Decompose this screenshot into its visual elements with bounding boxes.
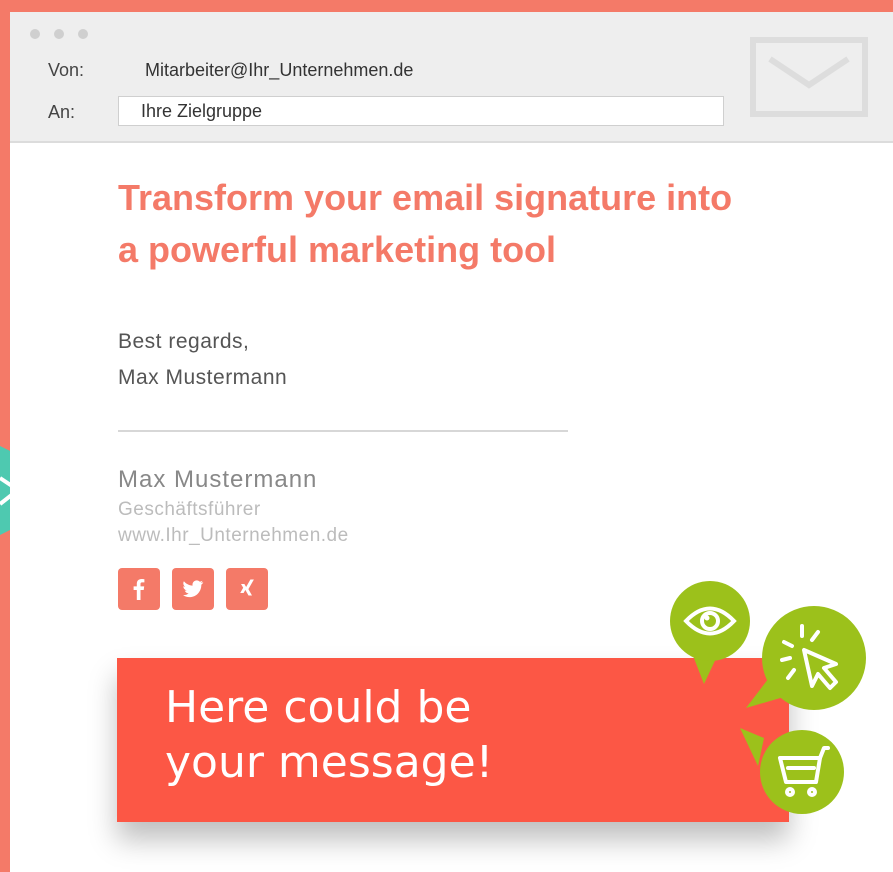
signature-divider [118, 430, 568, 432]
facebook-icon [133, 579, 145, 600]
headline-line-2: a powerful marketing tool [118, 229, 557, 270]
facebook-button[interactable] [118, 568, 160, 610]
cart-bubble [740, 728, 844, 814]
twitter-button[interactable] [172, 568, 214, 610]
closing-text: Best regards, [118, 330, 250, 353]
banner-line-1: Here could be [165, 682, 472, 733]
window-dot[interactable] [78, 29, 88, 39]
email-header: Von: Mitarbeiter@Ihr_Unternehmen.de An: … [10, 12, 893, 143]
from-value: Mitarbeiter@Ihr_Unternehmen.de [145, 60, 414, 80]
xing-icon [240, 579, 254, 596]
banner-line-2: your message! [165, 737, 494, 788]
twitter-icon [183, 580, 204, 598]
click-bubble [746, 606, 866, 710]
signature-title: Geschäftsführer [118, 499, 261, 520]
window-dot[interactable] [54, 29, 64, 39]
to-label: An: [48, 102, 76, 122]
to-field[interactable]: Ihre Zielgruppe [118, 96, 724, 126]
envelope-icon [750, 37, 868, 117]
signature-name: Max Mustermann [118, 466, 318, 493]
xing-button[interactable] [226, 568, 268, 610]
sender-name: Max Mustermann [118, 366, 288, 389]
banner-text: Here could be your message! [165, 680, 525, 790]
from-label: Von: [48, 60, 85, 80]
signature-website[interactable]: www.Ihr_Unternehmen.de [118, 525, 349, 547]
window-dot[interactable] [30, 29, 40, 39]
headline-line-1: Transform your email signature into [118, 177, 733, 218]
email-headline: Transform your email signature into a po… [118, 172, 858, 276]
